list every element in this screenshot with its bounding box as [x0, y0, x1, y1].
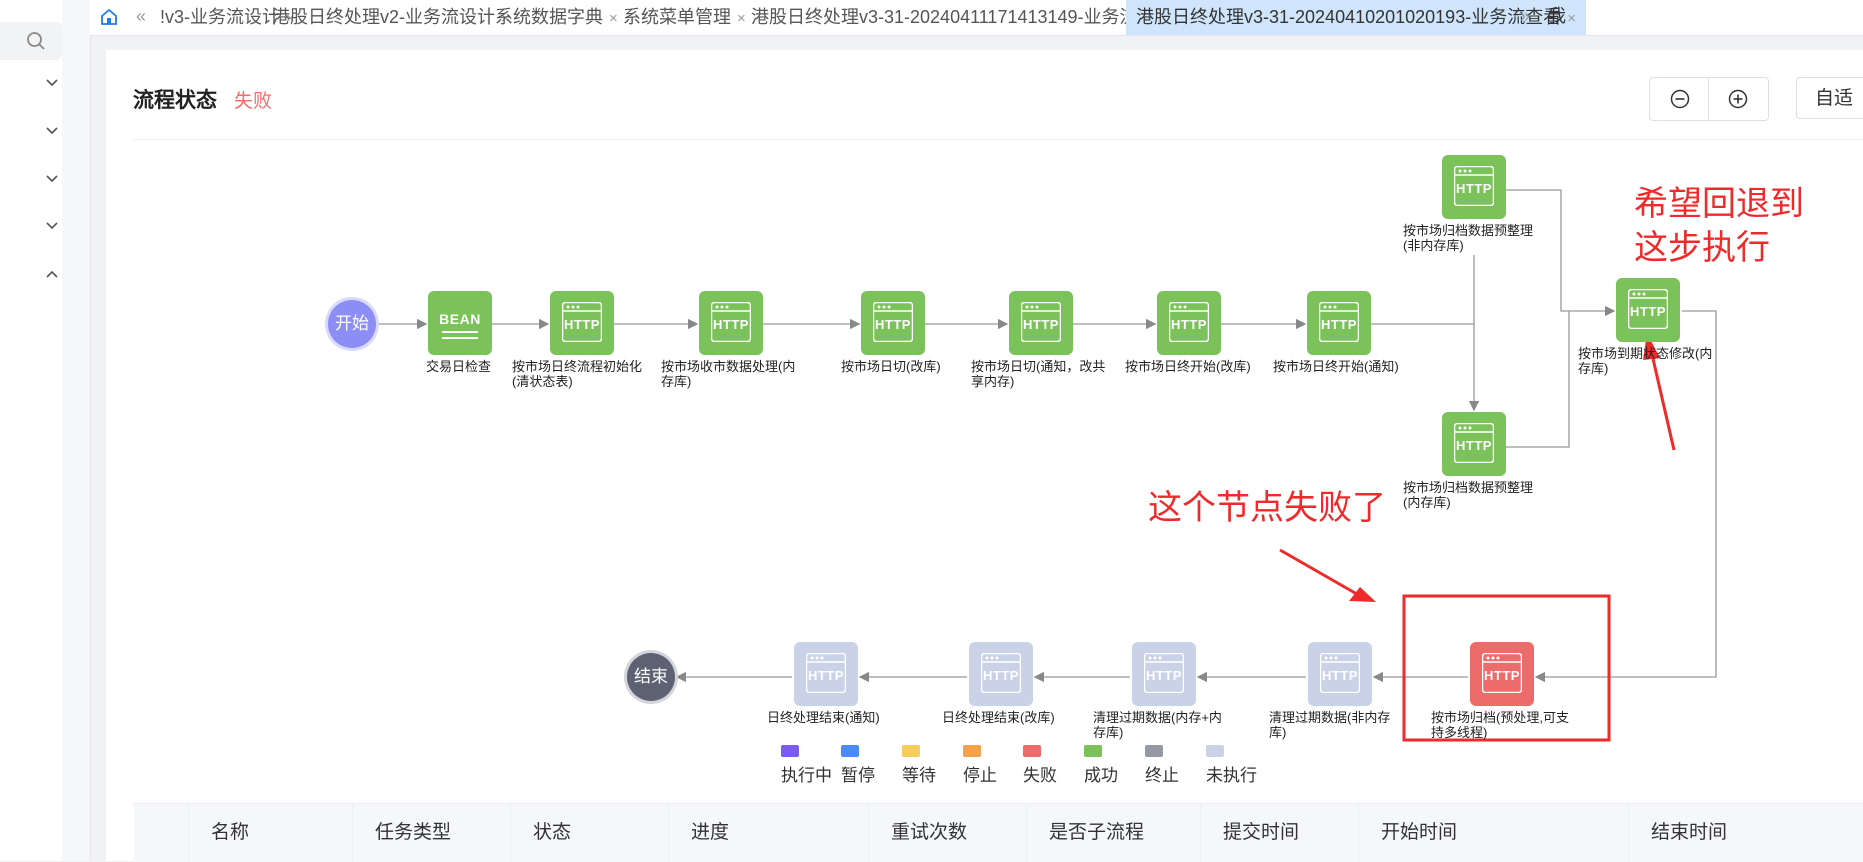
http-badge: HTTP: [1171, 317, 1207, 332]
flow-node-http[interactable]: HTTP: [550, 291, 614, 355]
flow-node-label: 交易日检查: [426, 359, 492, 374]
table-header-cell[interactable]: 状态: [510, 804, 668, 862]
flow-node-http[interactable]: HTTP: [1307, 291, 1371, 355]
table-header-cell[interactable]: 是否子流程: [1026, 804, 1200, 862]
legend-swatch: [1206, 745, 1224, 757]
flow-node-http-failed[interactable]: HTTP: [1470, 642, 1534, 706]
http-badge: HTTP: [808, 668, 844, 683]
flow-node-label: 按市场日切(改库): [841, 359, 941, 374]
legend-label: 执行中: [781, 766, 832, 785]
bean-line-icon: [442, 331, 478, 333]
legend-swatch: [841, 745, 859, 757]
http-badge: HTTP: [1484, 668, 1520, 683]
flow-node-label: 日终处理结束(通知): [767, 710, 880, 725]
http-badge: HTTP: [1321, 317, 1357, 332]
legend-label: 停止: [963, 766, 997, 785]
flow-node-http[interactable]: HTTP: [794, 642, 858, 706]
flow-node-label: 按市场归档数据预整理(非内存库): [1403, 223, 1534, 253]
http-badge: HTTP: [1322, 668, 1358, 683]
http-badge: HTTP: [875, 317, 911, 332]
table-header-select: [134, 804, 188, 862]
flow-node-label: 日终处理结束(改库): [942, 710, 1055, 725]
flow-node-bean[interactable]: BEAN: [428, 291, 492, 355]
flow-node-label: 清理过期数据(非内存库): [1269, 710, 1391, 740]
http-badge: HTTP: [1630, 304, 1666, 319]
flow-node-http[interactable]: HTTP: [1009, 291, 1073, 355]
flow-node-http[interactable]: HTTP: [1132, 642, 1196, 706]
legend-swatch: [1145, 745, 1163, 757]
flow-node-http[interactable]: HTTP: [1442, 155, 1506, 219]
flow-node-http[interactable]: HTTP: [1616, 278, 1680, 342]
table-header-cell[interactable]: 任务类型: [352, 804, 510, 862]
table-header-cell[interactable]: 进度: [668, 804, 868, 862]
flow-node-label: 按市场日终开始(改库): [1125, 359, 1251, 374]
legend-swatch: [963, 745, 981, 757]
http-badge: HTTP: [1456, 438, 1492, 453]
flow-node-http[interactable]: HTTP: [861, 291, 925, 355]
flow-node-label: 按市场日终开始(通知): [1273, 359, 1399, 374]
task-table-header: 名称 任务类型 状态 进度 重试次数 是否子流程 提交时间 开始时间 结束时间: [134, 803, 1863, 862]
bean-line-icon: [442, 337, 478, 339]
table-header-cell[interactable]: 结束时间: [1628, 804, 1863, 862]
table-header-cell[interactable]: 提交时间: [1200, 804, 1358, 862]
legend-label: 终止: [1145, 766, 1179, 785]
legend-label: 未执行: [1206, 766, 1257, 785]
start-node[interactable]: 开始: [328, 300, 376, 348]
flow-node-http[interactable]: HTTP: [1308, 642, 1372, 706]
http-badge: HTTP: [983, 668, 1019, 683]
flow-node-label: 按市场日切(通知，改共享内存): [971, 359, 1106, 389]
end-node[interactable]: 结束: [627, 653, 675, 701]
annotation-retry-text: 希望回退到这步执行: [1634, 185, 1804, 267]
flow-node-label: 按市场归档数据预整理(内存库): [1403, 480, 1534, 510]
http-badge: HTTP: [1146, 668, 1182, 683]
flow-node-http[interactable]: HTTP: [1442, 412, 1506, 476]
legend-swatch: [1023, 745, 1041, 757]
table-header-cell[interactable]: 名称: [188, 804, 354, 862]
legend-label: 暂停: [841, 766, 875, 785]
http-badge: HTTP: [713, 317, 749, 332]
legend-label: 成功: [1084, 766, 1118, 785]
http-badge: HTTP: [1023, 317, 1059, 332]
flow-node-http[interactable]: HTTP: [969, 642, 1033, 706]
legend-swatch: [1084, 745, 1102, 757]
flow-node-label: 按市场归档(预处理,可支持多线程): [1431, 710, 1569, 740]
legend-label: 等待: [902, 766, 936, 785]
http-badge: HTTP: [564, 317, 600, 332]
bean-badge: BEAN: [439, 311, 481, 327]
annotation-failed-text: 这个节点失败了: [1148, 489, 1386, 527]
flow-node-label: 清理过期数据(内存+内存库): [1093, 710, 1222, 740]
legend-label: 失败: [1023, 766, 1057, 785]
table-header-cell[interactable]: 重试次数: [868, 804, 1026, 862]
table-header-cell[interactable]: 开始时间: [1358, 804, 1628, 862]
flow-connectors: [378, 189, 1717, 742]
legend-swatch: [902, 745, 920, 757]
http-badge: HTTP: [1456, 181, 1492, 196]
flow-node-http[interactable]: HTTP: [1157, 291, 1221, 355]
flow-node-label: 按市场到期状态修改(内存库): [1578, 346, 1713, 376]
legend-swatch: [781, 745, 799, 757]
flow-node-label: 按市场收市数据处理(内存库): [661, 359, 796, 389]
flow-node-label: 按市场日终流程初始化(清状态表): [512, 359, 643, 389]
flow-node-http[interactable]: HTTP: [699, 291, 763, 355]
